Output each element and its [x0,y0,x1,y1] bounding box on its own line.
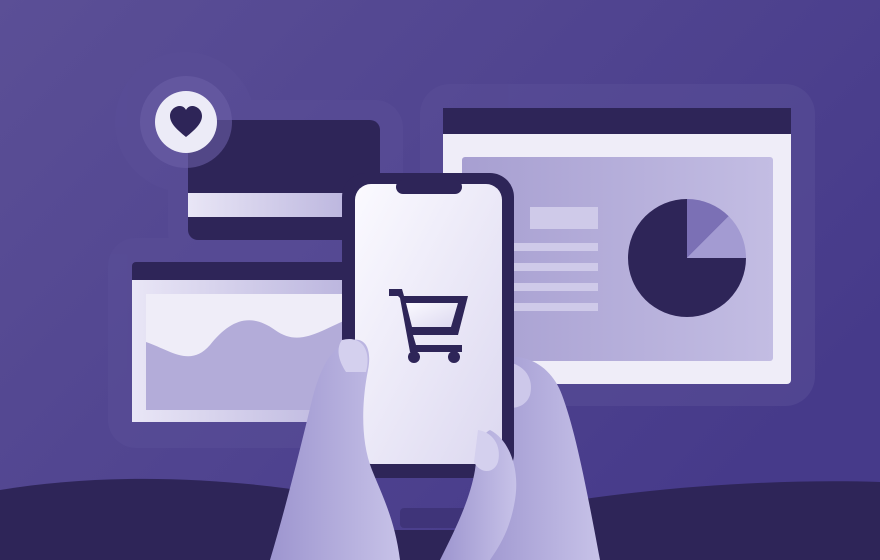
heart-badge [140,76,232,168]
illustration-svg [0,0,880,560]
pie-chart-icon [628,199,746,317]
phone-notch [396,180,462,194]
illustration-scene [0,0,880,560]
ground-base [0,530,880,560]
